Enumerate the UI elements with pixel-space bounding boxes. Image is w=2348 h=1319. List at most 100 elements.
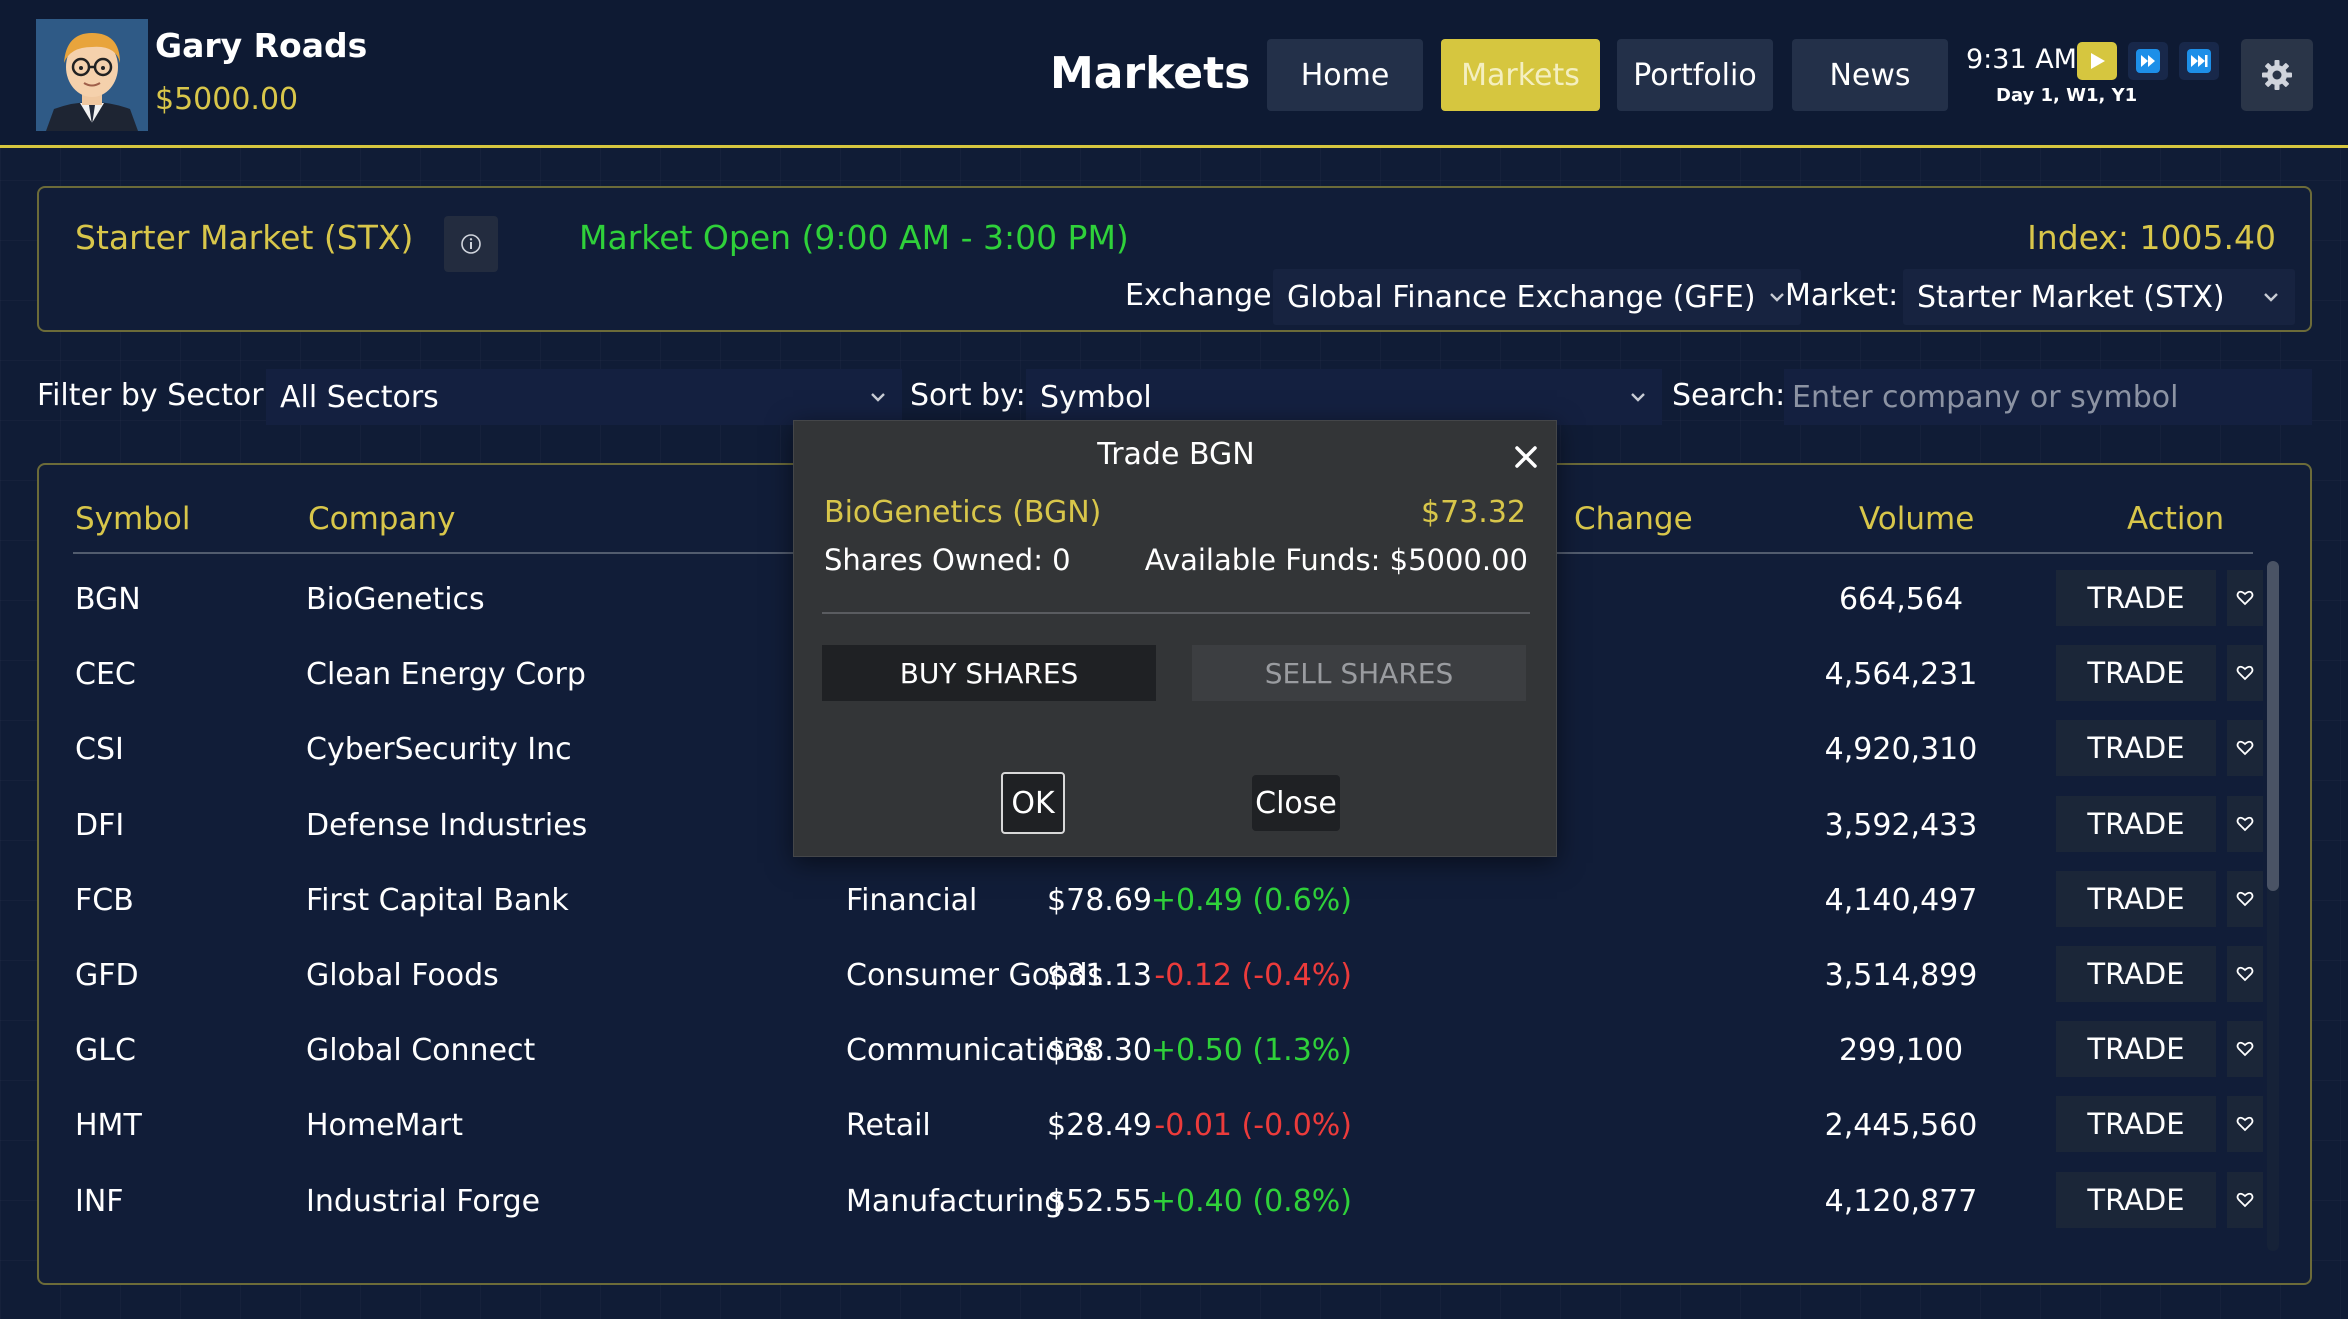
column-header-change[interactable]: Change (1574, 501, 1693, 537)
game-clock: 9:31 AM (1966, 44, 2077, 75)
nav-markets-button[interactable]: Markets (1441, 39, 1600, 111)
nav-news-button[interactable]: News (1792, 39, 1948, 111)
nav-home-button[interactable]: Home (1267, 39, 1423, 111)
trade-button[interactable]: TRADE (2056, 1096, 2216, 1153)
row-symbol: DFI (75, 807, 125, 843)
play-icon (2091, 53, 2105, 69)
row-symbol: BGN (75, 582, 141, 617)
trade-button[interactable]: TRADE (2056, 1021, 2216, 1078)
favorite-button[interactable] (2227, 1171, 2263, 1228)
trade-button[interactable]: TRADE (2056, 870, 2216, 927)
row-company: Global Foods (306, 958, 499, 993)
row-volume: 4,920,310 (1824, 732, 1978, 768)
favorite-button[interactable] (2227, 720, 2263, 777)
table-row: FCB First Capital Bank Financial $78.69 +0.4… (39, 870, 2309, 946)
row-volume: 3,514,899 (1824, 958, 1978, 993)
trade-button[interactable]: TRADE (2056, 720, 2216, 777)
table-scrollbar[interactable] (2267, 561, 2279, 1251)
market-select[interactable]: Starter Market (STX) (1903, 269, 2295, 325)
chevron-down-icon (1770, 293, 1784, 302)
table-row: HMT HomeMart Retail $28.49 -0.01 (-0.0%) 2,44… (39, 1096, 2309, 1171)
sector-filter-select[interactable]: All Sectors (266, 369, 902, 425)
table-scrollbar-thumb[interactable] (2267, 561, 2279, 891)
chevron-down-icon (2264, 293, 2278, 302)
favorite-button[interactable] (2227, 570, 2263, 626)
row-symbol: HMT (75, 1108, 142, 1144)
row-symbol: GFD (75, 958, 139, 993)
market-label: Market: (1785, 278, 1899, 313)
row-change: -0.01 (-0.0%) (1154, 1108, 1352, 1144)
favorite-button[interactable] (2227, 795, 2263, 852)
favorite-button[interactable] (2227, 870, 2263, 927)
close-button[interactable]: Close (1252, 775, 1340, 831)
column-header-action: Action (2127, 501, 2225, 537)
market-info-panel: Starter Market (STX) Market Open (9:00 A… (37, 186, 2312, 332)
ok-button[interactable]: OK (1001, 772, 1065, 834)
column-header-symbol[interactable]: Symbol (75, 501, 190, 537)
heart-icon (2236, 891, 2254, 907)
heart-icon (2236, 966, 2254, 982)
top-bar: Gary Roads $5000.00 Markets Home Markets… (0, 0, 2348, 148)
row-company: Global Connect (306, 1033, 536, 1069)
dialog-divider (822, 612, 1530, 614)
column-header-volume[interactable]: Volume (1859, 501, 1974, 537)
table-row: GLC Global Connect Communications $38.30 +0.… (39, 1021, 2309, 1096)
trade-price: $73.32 (1421, 495, 1526, 530)
nav-portfolio-button[interactable]: Portfolio (1617, 39, 1773, 111)
exchange-label: Exchange: (1125, 278, 1282, 313)
row-volume: 299,100 (1838, 1033, 1964, 1069)
buy-shares-button[interactable]: BUY SHARES (822, 645, 1156, 701)
gear-icon (2262, 60, 2292, 90)
sort-value: Symbol (1040, 379, 1152, 415)
market-name: Starter Market (STX) (75, 218, 414, 257)
column-header-company[interactable]: Company (308, 501, 455, 537)
favorite-button[interactable] (2227, 645, 2263, 702)
available-funds: Available Funds: $5000.00 (1144, 543, 1528, 577)
skip-forward-button[interactable] (2179, 42, 2219, 80)
market-select-value: Starter Market (STX) (1917, 279, 2225, 315)
heart-icon (2236, 590, 2254, 606)
trade-button[interactable]: TRADE (2056, 946, 2216, 1002)
exchange-select[interactable]: Global Finance Exchange (GFE) (1273, 269, 1801, 325)
sector-filter-value: All Sectors (280, 379, 439, 415)
market-info-button[interactable] (444, 216, 498, 272)
market-status: Market Open (9:00 AM - 3:00 PM) (579, 218, 1129, 257)
trade-button[interactable]: TRADE (2056, 570, 2216, 626)
row-change: +0.40 (0.8%) (1150, 1183, 1352, 1219)
dialog-close-button[interactable] (1504, 435, 1548, 479)
trade-button[interactable]: TRADE (2056, 795, 2216, 852)
row-symbol: GLC (75, 1033, 136, 1069)
row-symbol: CSI (75, 732, 124, 768)
page-title: Markets (1050, 48, 1251, 99)
row-company: BioGenetics (306, 582, 485, 617)
fast-forward-button[interactable] (2128, 42, 2168, 80)
user-funds: $5000.00 (155, 82, 299, 117)
avatar (36, 19, 148, 131)
favorite-button[interactable] (2227, 1096, 2263, 1153)
sort-select[interactable]: Symbol (1026, 369, 1662, 425)
game-day: Day 1, W1, Y1 (1996, 85, 2138, 106)
favorite-button[interactable] (2227, 1021, 2263, 1078)
settings-button[interactable] (2241, 39, 2313, 111)
play-speed-button[interactable] (2077, 42, 2117, 80)
trade-dialog: Trade BGN BioGenetics (BGN) $73.32 Share… (793, 420, 1557, 857)
trade-button[interactable]: TRADE (2056, 1171, 2216, 1228)
row-company: Defense Industries (306, 807, 588, 843)
trade-button[interactable]: TRADE (2056, 645, 2216, 702)
trade-dialog-title: Trade BGN (1097, 437, 1255, 472)
sell-shares-button[interactable]: SELL SHARES (1192, 645, 1526, 701)
row-symbol: FCB (75, 882, 134, 918)
row-volume: 3,592,433 (1824, 807, 1978, 843)
search-input[interactable] (1784, 369, 2312, 425)
row-change: -0.12 (-0.4%) (1154, 958, 1352, 993)
trade-company-name: BioGenetics (BGN) (824, 495, 1102, 530)
row-volume: 4,564,231 (1824, 657, 1978, 693)
row-volume: 4,120,877 (1824, 1183, 1978, 1219)
shares-owned: Shares Owned: 0 (824, 543, 1071, 577)
row-company: CyberSecurity Inc (306, 732, 572, 768)
market-index: Index: 1005.40 (2027, 218, 2276, 257)
sector-filter-label: Filter by Sector: (37, 378, 274, 413)
row-company: Industrial Forge (306, 1183, 541, 1219)
skip-forward-icon (2187, 49, 2211, 73)
favorite-button[interactable] (2227, 946, 2263, 1002)
